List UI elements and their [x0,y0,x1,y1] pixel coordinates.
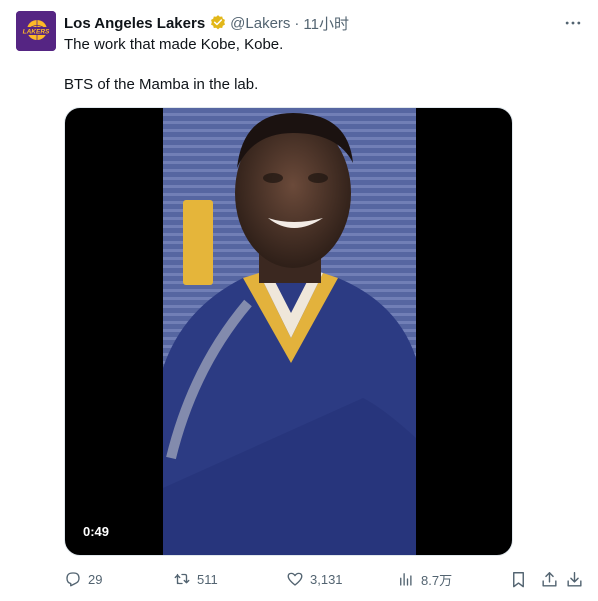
tweet-text-line: BTS of the Mamba in the lab. [64,76,259,93]
reply-count: 29 [88,571,103,587]
download-icon [567,571,582,587]
view-count: 8.7万 [421,572,453,588]
video-frame [163,108,416,555]
share-button[interactable] [540,568,559,590]
retweet-count: 511 [197,571,218,587]
video-duration: 0:49 [77,522,116,541]
share-icon [542,571,557,587]
retweet-icon [174,573,190,585]
separator-dot: · [294,14,300,32]
lakers-logo-icon: LAKERS [16,11,56,51]
retweet-button[interactable]: 511 [173,568,218,590]
tweet-timestamp[interactable]: 11小时 [303,13,349,34]
verified-badge-icon[interactable] [209,14,227,32]
more-options-icon[interactable] [562,12,584,34]
tweet-header: Los Angeles Lakers @Lakers · 11小时 [64,12,349,34]
heart-icon [287,572,303,586]
action-bar: 29 511 3,131 8.7万 [64,568,584,590]
author-display-name[interactable]: Los Angeles Lakers [64,15,205,32]
avatar[interactable]: LAKERS [16,11,56,51]
analytics-icon [400,573,412,586]
svg-text:LAKERS: LAKERS [23,29,50,36]
like-button[interactable]: 3,131 [286,568,343,590]
download-button[interactable] [565,568,584,590]
bookmark-icon [513,571,524,587]
views-button[interactable]: 8.7万 [397,568,452,590]
tweet-card[interactable]: LAKERS Los Angeles Lakers @Lakers · 11小时… [0,0,598,601]
bookmark-button[interactable] [509,568,528,590]
video-player[interactable]: 0:49 [64,107,513,556]
like-count: 3,131 [310,571,343,587]
reply-button[interactable]: 29 [64,568,102,590]
tweet-text-line: The work that made Kobe, Kobe. [64,36,284,53]
author-handle[interactable]: @Lakers [230,15,290,32]
reply-icon [66,572,80,587]
